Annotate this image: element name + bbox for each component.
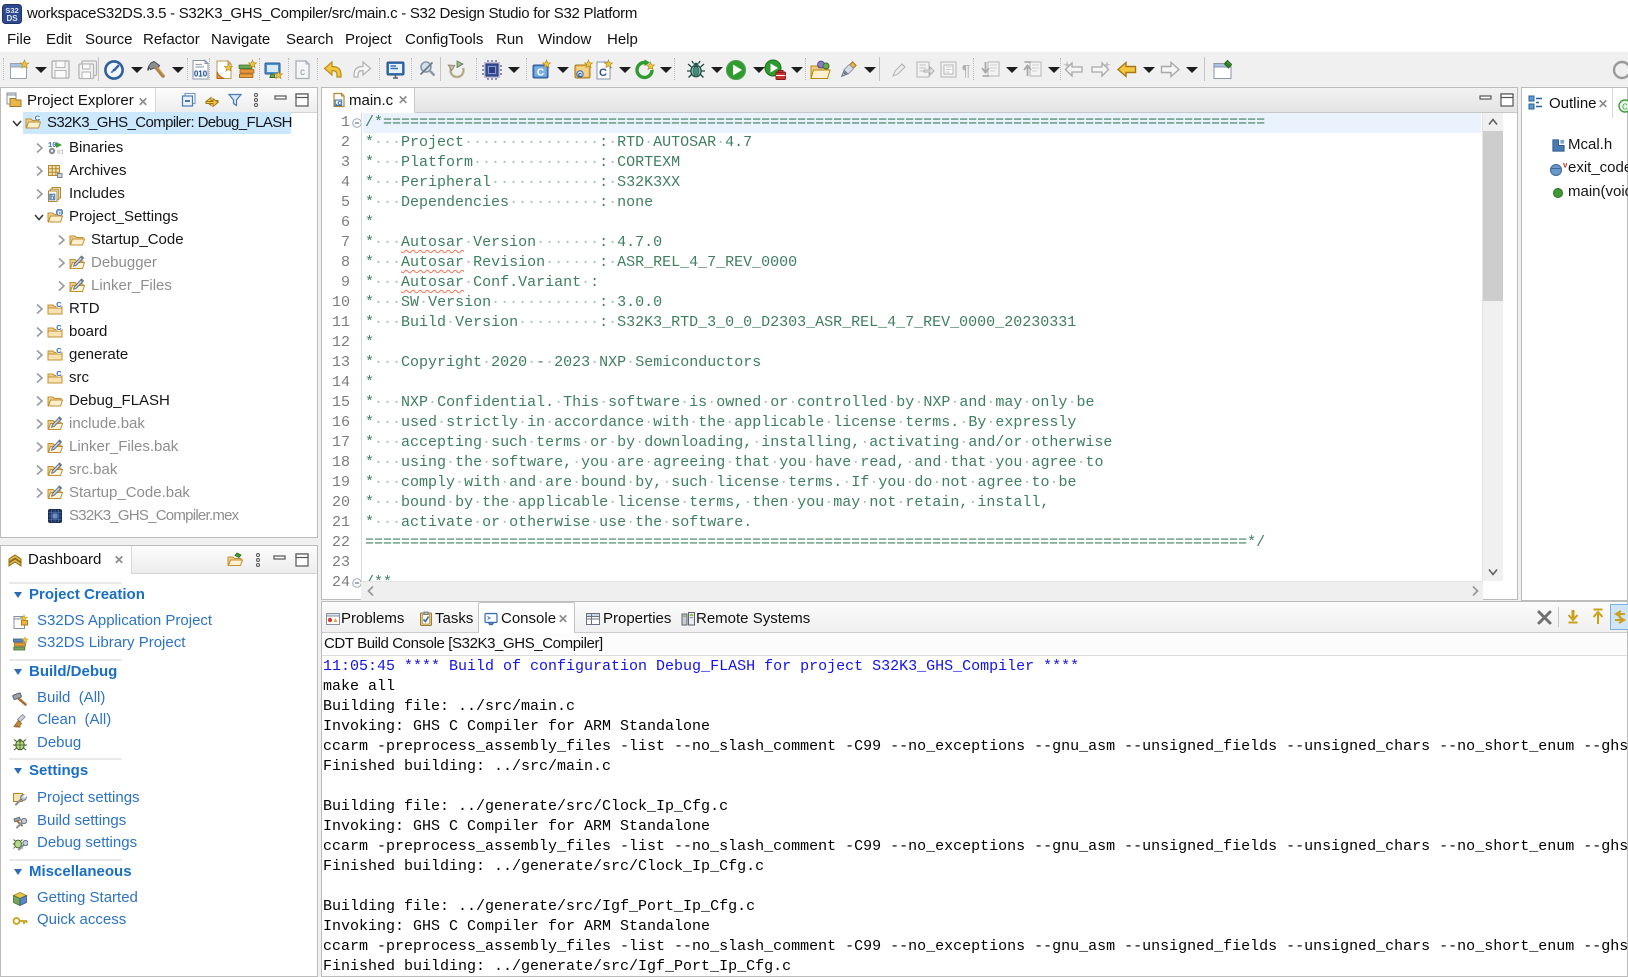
svg-text:C: C — [537, 68, 544, 79]
svg-text:C: C — [599, 67, 607, 79]
svg-text:010: 010 — [194, 70, 208, 79]
svg-text:C: C — [35, 115, 41, 123]
svg-text:01: 01 — [57, 149, 63, 156]
svg-text:.c: .c — [336, 100, 342, 107]
svg-text:DS: DS — [6, 14, 18, 23]
svg-text:C: C — [56, 370, 62, 378]
svg-text:c: c — [300, 67, 305, 78]
svg-text:c: c — [58, 210, 62, 217]
svg-text:C: C — [56, 301, 62, 309]
svg-text:¶: ¶ — [962, 63, 971, 80]
svg-text:h: h — [50, 194, 54, 201]
svg-text:C: C — [56, 324, 62, 332]
svg-text:C: C — [1622, 103, 1628, 112]
svg-text:C: C — [56, 347, 62, 355]
svg-text:v: v — [1563, 161, 1567, 170]
svg-text:c: c — [578, 70, 582, 79]
